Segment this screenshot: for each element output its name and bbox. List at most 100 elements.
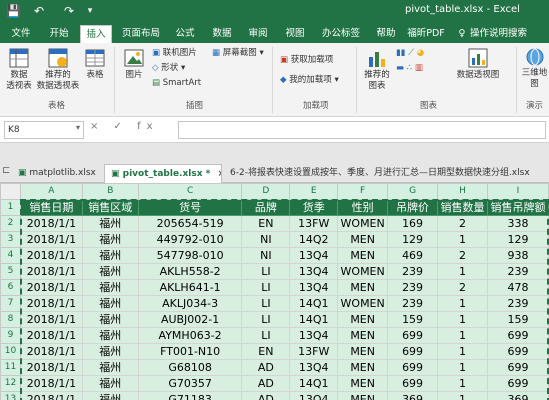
column-header-f[interactable]: F	[337, 183, 389, 200]
header-cell-qty[interactable]: 销售数量	[437, 199, 488, 216]
cell-tag-price[interactable]: 239	[387, 263, 438, 280]
cell-region[interactable]: 福州	[81, 311, 139, 328]
tab-formulas[interactable]: 公式	[170, 25, 200, 43]
cell-brand[interactable]: NI	[241, 247, 291, 264]
tab-file[interactable]: 文件	[6, 25, 36, 43]
column-header-g[interactable]: G	[387, 183, 438, 200]
cell-tag-price[interactable]: 369	[387, 391, 438, 400]
cell-region[interactable]: 福州	[81, 295, 139, 312]
cell-tag-price[interactable]: 699	[387, 359, 438, 376]
column-header-h[interactable]: H	[437, 183, 488, 200]
column-header-e[interactable]: E	[289, 183, 339, 200]
cell-date[interactable]: 2018/1/1	[19, 343, 83, 360]
cell-region[interactable]: 福州	[81, 231, 139, 248]
row-header[interactable]: 11	[0, 359, 21, 376]
cell-tag-amount[interactable]: 938	[486, 247, 549, 264]
cell-qty[interactable]: 1	[437, 391, 488, 400]
cell-tag-amount[interactable]: 129	[486, 231, 549, 248]
workbook-tab-matplotlib[interactable]: ▣ matplotlib.xlsx	[12, 164, 102, 183]
workbook-tab-pivot-table[interactable]: ▣ pivot_table.xlsx * ×	[104, 164, 222, 183]
cell-season[interactable]: 14Q1	[289, 311, 339, 328]
cell-season[interactable]: 14Q1	[289, 295, 339, 312]
cell-tag-price[interactable]: 239	[387, 295, 438, 312]
3d-map-button[interactable]: 三维地 图	[520, 47, 549, 90]
column-header-b[interactable]: B	[81, 183, 139, 200]
cell-sku[interactable]: AKLH558-2	[137, 263, 243, 280]
cell-gender[interactable]: MEN	[337, 311, 389, 328]
cell-date[interactable]: 2018/1/1	[19, 359, 83, 376]
row-header[interactable]: 13	[0, 391, 21, 400]
cell-season[interactable]: 14Q1	[289, 375, 339, 392]
cell-season[interactable]: 13Q4	[289, 263, 339, 280]
cell-gender[interactable]: MEN	[337, 359, 389, 376]
row-header[interactable]: 6	[0, 279, 21, 296]
smartart-button[interactable]: ▤ SmartArt	[152, 78, 201, 89]
cell-gender[interactable]: WOMEN	[337, 263, 389, 280]
cell-season[interactable]: 13Q4	[289, 391, 339, 400]
header-cell-gender[interactable]: 性别	[337, 199, 389, 216]
cell-date[interactable]: 2018/1/1	[19, 247, 83, 264]
cell-brand[interactable]: LI	[241, 263, 291, 280]
cell-qty[interactable]: 1	[437, 375, 488, 392]
workbook-tab-report[interactable]: 6-2-将报表快速设置成按年、季度、月进行汇总—日期型数据快速分组.xlsx	[224, 164, 549, 183]
column-header-d[interactable]: D	[241, 183, 291, 200]
cell-tag-amount[interactable]: 699	[486, 375, 549, 392]
cell-tag-amount[interactable]: 338	[486, 215, 549, 232]
cell-region[interactable]: 福州	[81, 375, 139, 392]
cell-season[interactable]: 13Q4	[289, 327, 339, 344]
tab-office-tabs[interactable]: 办公标签	[316, 25, 366, 43]
formula-input[interactable]	[178, 121, 546, 139]
cell-tag-price[interactable]: 469	[387, 247, 438, 264]
tab-review[interactable]: 审阅	[243, 25, 273, 43]
formula-controls[interactable]: × ✓ fx	[90, 121, 159, 132]
row-header[interactable]: 9	[0, 327, 21, 344]
header-cell-date[interactable]: 销售日期	[19, 199, 83, 216]
cell-gender[interactable]: WOMEN	[337, 215, 389, 232]
cell-brand[interactable]: LI	[241, 311, 291, 328]
cell-sku[interactable]: FT001-N10	[137, 343, 243, 360]
get-addins-button[interactable]: ▣ 获取加载项	[280, 55, 333, 66]
shapes-button[interactable]: ◇ 形状 ▾	[152, 63, 185, 74]
cell-qty[interactable]: 1	[437, 263, 488, 280]
cell-gender[interactable]: MEN	[337, 327, 389, 344]
cell-region[interactable]: 福州	[81, 327, 139, 344]
cell-date[interactable]: 2018/1/1	[19, 327, 83, 344]
cell-tag-price[interactable]: 239	[387, 279, 438, 296]
pivot-chart-button[interactable]: 数据透视图	[448, 47, 508, 81]
cell-sku[interactable]: G68108	[137, 359, 243, 376]
select-all-corner[interactable]	[0, 183, 21, 200]
header-cell-tag-price[interactable]: 吊牌价	[387, 199, 438, 216]
cell-brand[interactable]: AD	[241, 359, 291, 376]
cell-tag-price[interactable]: 699	[387, 343, 438, 360]
row-header[interactable]: 3	[0, 231, 21, 248]
cell-tag-price[interactable]: 159	[387, 311, 438, 328]
cell-brand[interactable]: AD	[241, 391, 291, 400]
lightbulb-icon[interactable]: ♀	[456, 25, 468, 43]
cell-sku[interactable]: 449792-010	[137, 231, 243, 248]
cell-gender[interactable]: MEN	[337, 391, 389, 400]
cell-region[interactable]: 福州	[81, 263, 139, 280]
cell-date[interactable]: 2018/1/1	[19, 231, 83, 248]
cell-brand[interactable]: LI	[241, 279, 291, 296]
row-header[interactable]: 12	[0, 375, 21, 392]
cell-sku[interactable]: AKLJ034-3	[137, 295, 243, 312]
row-header[interactable]: 2	[0, 215, 21, 232]
tab-view[interactable]: 视图	[280, 25, 310, 43]
cell-date[interactable]: 2018/1/1	[19, 295, 83, 312]
cell-gender[interactable]: MEN	[337, 231, 389, 248]
pivot-table-button[interactable]: 数据 透视表	[4, 47, 34, 92]
cell-tag-price[interactable]: 129	[387, 231, 438, 248]
row-header[interactable]: 5	[0, 263, 21, 280]
undo-icon[interactable]: ↶	[32, 3, 46, 19]
cell-season[interactable]: 13Q4	[289, 359, 339, 376]
cell-gender[interactable]: MEN	[337, 343, 389, 360]
cell-brand[interactable]: LI	[241, 327, 291, 344]
cell-region[interactable]: 福州	[81, 343, 139, 360]
cell-qty[interactable]: 2	[437, 215, 488, 232]
cell-tag-amount[interactable]: 239	[486, 295, 549, 312]
row-header[interactable]: 8	[0, 311, 21, 328]
namebox-dropdown-icon[interactable]: ▾	[76, 123, 80, 132]
cell-season[interactable]: 13Q4	[289, 247, 339, 264]
cell-gender[interactable]: MEN	[337, 247, 389, 264]
cell-tag-amount[interactable]: 699	[486, 343, 549, 360]
